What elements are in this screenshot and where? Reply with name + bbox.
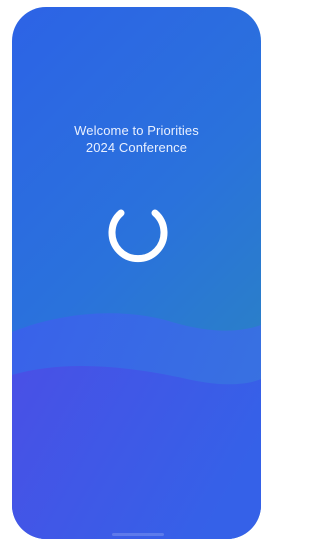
wave-background xyxy=(12,313,261,539)
welcome-title-line-2: 2024 Conference xyxy=(85,140,188,155)
welcome-title: Welcome to Priorities 2024 Conference xyxy=(12,122,261,156)
splash-screen: Welcome to Priorities 2024 Conference xyxy=(12,7,261,539)
home-indicator xyxy=(112,533,164,536)
welcome-title-line-1: Welcome to Priorities xyxy=(74,123,199,138)
loading-spinner-icon xyxy=(108,209,168,263)
